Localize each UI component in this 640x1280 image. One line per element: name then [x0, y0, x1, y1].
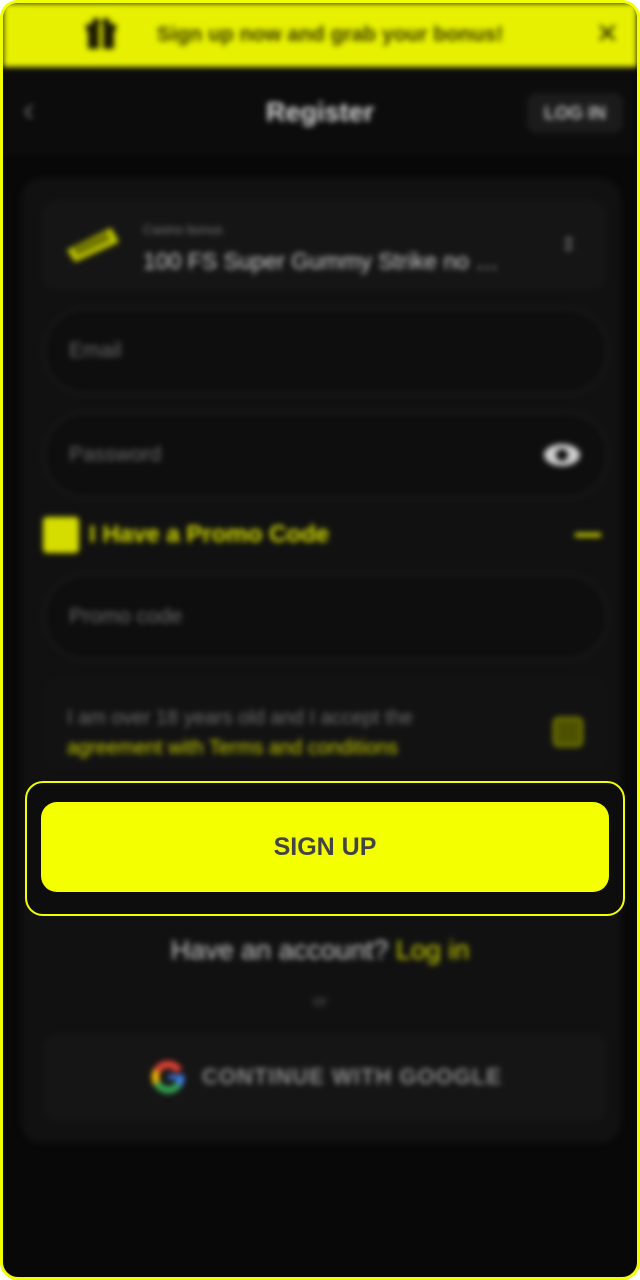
bonus-selector[interactable]: Casino bonus 100 FS Super Gummy Strike n…	[41, 200, 607, 290]
signup-highlight: SIGN UP	[25, 781, 625, 916]
promo-checkbox[interactable]	[43, 517, 79, 553]
signup-button[interactable]: SIGN UP	[41, 802, 609, 892]
blurred-background: Sign up now and grab your bonus! ✕ ‹ Reg…	[3, 3, 637, 1277]
bonus-icon	[67, 228, 119, 262]
promo-banner[interactable]: Sign up now and grab your bonus! ✕	[3, 3, 637, 67]
terms-block: I am over 18 years old and I accept the …	[43, 675, 609, 771]
bonus-value: 100 FS Super Gummy Strike no …	[143, 248, 499, 274]
phone-frame: Sign up now and grab your bonus! ✕ ‹ Reg…	[0, 0, 640, 1280]
terms-link[interactable]: agreement with Terms and conditions	[67, 737, 398, 760]
promo-toggle[interactable]: I Have a Promo Code	[43, 515, 609, 555]
login-button[interactable]: LOG IN	[527, 93, 623, 133]
google-icon	[151, 1060, 185, 1094]
promo-code-field[interactable]: Promo code	[43, 573, 609, 661]
or-divider: or	[312, 993, 328, 1010]
header: ‹ Register LOG IN	[3, 67, 637, 157]
terms-text: I am over 18 years old and I accept the	[67, 707, 413, 729]
google-button[interactable]: CONTINUE WITH GOOGLE	[43, 1033, 607, 1121]
have-account-label: Have an account?	[170, 935, 389, 965]
have-account-text: Have an account? Log in	[3, 935, 637, 966]
chevron-updown-icon: ⇕	[560, 234, 577, 256]
promo-code-placeholder: Promo code	[69, 605, 183, 628]
email-field[interactable]: Email	[43, 307, 609, 395]
bonus-label: Casino bonus	[143, 222, 223, 237]
gift-icon	[86, 18, 116, 49]
close-icon[interactable]: ✕	[596, 19, 619, 49]
password-placeholder: Password	[69, 443, 162, 466]
password-field[interactable]: Password	[43, 411, 609, 499]
email-placeholder: Email	[69, 339, 122, 362]
login-link[interactable]: Log in	[396, 935, 470, 965]
google-label: CONTINUE WITH GOOGLE	[202, 1064, 502, 1089]
terms-checkbox[interactable]	[553, 717, 583, 747]
eye-icon[interactable]	[543, 441, 581, 469]
promo-label: I Have a Promo Code	[89, 521, 330, 548]
banner-text: Sign up now and grab your bonus!	[156, 23, 504, 46]
collapse-icon[interactable]	[575, 533, 601, 537]
